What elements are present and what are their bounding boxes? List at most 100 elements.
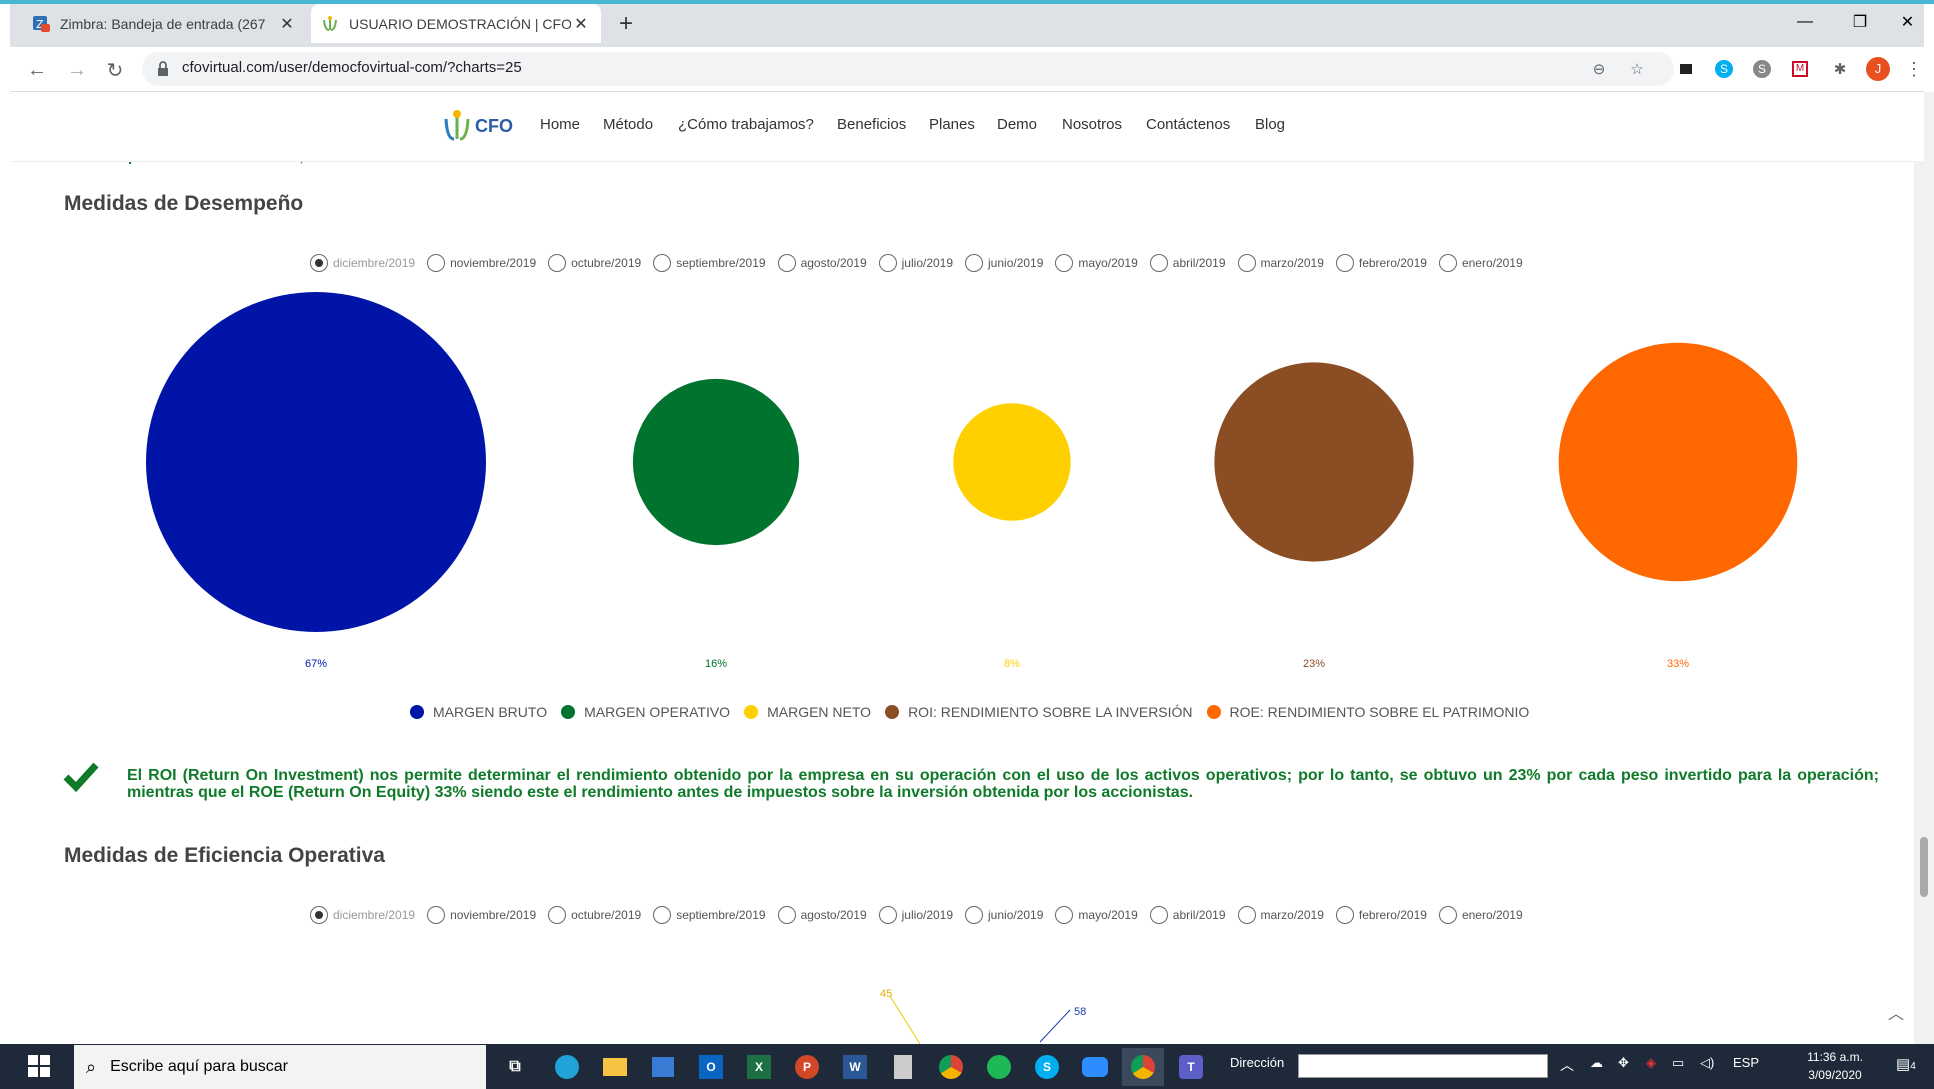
radio-button[interactable] (1335, 254, 1354, 272)
radio-button[interactable] (965, 254, 984, 272)
extension-icon[interactable] (1672, 55, 1700, 83)
radio-button[interactable] (427, 254, 446, 272)
month-radio[interactable]: mayo/2019 (1055, 254, 1138, 272)
bubble-5[interactable] (1558, 342, 1798, 582)
powerpoint-icon[interactable]: P (786, 1048, 828, 1086)
bubble-1[interactable] (146, 292, 486, 632)
store-icon[interactable] (642, 1048, 684, 1086)
forward-icon[interactable]: → (62, 55, 92, 85)
radio-button[interactable] (1237, 254, 1256, 272)
excel-icon[interactable]: X (738, 1048, 780, 1086)
onedrive-icon[interactable]: ☁ (1590, 1055, 1603, 1071)
avatar[interactable]: J (1864, 55, 1892, 83)
language-indicator[interactable]: ESP (1733, 1055, 1759, 1070)
minimize-icon[interactable]: — (1775, 4, 1835, 40)
tab-cfo[interactable]: USUARIO DEMOSTRACIÓN | CFO ✕ (311, 4, 601, 43)
bubble-2[interactable] (632, 378, 800, 546)
radio-button[interactable] (1055, 254, 1074, 272)
close-icon[interactable]: ✕ (277, 14, 297, 34)
legend-item[interactable]: ROE: RENDIMIENTO SOBRE EL PATRIMONIO (1206, 704, 1529, 720)
nav-home[interactable]: Home (540, 116, 580, 133)
word-icon[interactable]: W (834, 1048, 876, 1086)
month-radio[interactable]: febrero/2019 (1335, 906, 1427, 924)
month-radio[interactable]: marzo/2019 (1237, 254, 1324, 272)
menu-dots-icon[interactable]: ⋮ (1900, 55, 1928, 83)
month-radio[interactable]: agosto/2019 (777, 254, 867, 272)
nav-demo[interactable]: Demo (997, 116, 1037, 133)
close-window-icon[interactable]: ✕ (1885, 4, 1930, 40)
month-radio[interactable]: septiembre/2019 (653, 254, 766, 272)
nav-blog[interactable]: Blog (1255, 116, 1285, 133)
month-radio[interactable]: junio/2019 (965, 906, 1043, 924)
radio-button[interactable] (310, 906, 328, 924)
radio-button[interactable] (1055, 906, 1074, 924)
reload-icon[interactable]: ↻ (100, 55, 130, 85)
notifications-icon[interactable]: ▤4 (1896, 1055, 1916, 1073)
month-radio[interactable]: abril/2019 (1149, 254, 1226, 272)
scrollbar-thumb[interactable] (1920, 837, 1928, 897)
volume-icon[interactable]: ◁) (1700, 1055, 1714, 1071)
bubble-4[interactable] (1214, 362, 1414, 562)
month-radio[interactable]: agosto/2019 (777, 906, 867, 924)
month-radio[interactable]: enero/2019 (1438, 906, 1523, 924)
restore-icon[interactable]: ❐ (1830, 4, 1890, 40)
dropbox-icon[interactable]: ✥ (1618, 1055, 1629, 1071)
close-icon[interactable]: ✕ (571, 14, 591, 34)
mcafee-icon[interactable]: ◈ (1646, 1055, 1656, 1071)
radio-button[interactable] (548, 254, 567, 272)
legend-item[interactable]: ROI: RENDIMIENTO SOBRE LA INVERSIÓN (885, 704, 1193, 720)
skype-taskbar-icon[interactable]: S (1026, 1048, 1068, 1086)
network-icon[interactable]: ▭ (1672, 1055, 1684, 1071)
month-radio[interactable]: diciembre/2019 (310, 906, 415, 924)
legend-item[interactable]: MARGEN OPERATIVO (561, 704, 730, 720)
radio-button[interactable] (1335, 906, 1354, 924)
bubble-3[interactable] (953, 403, 1071, 521)
month-radio[interactable]: mayo/2019 (1055, 906, 1138, 924)
radio-button[interactable] (310, 254, 328, 272)
nav-como-trabajamos[interactable]: ¿Cómo trabajamos? (678, 116, 814, 133)
month-radio[interactable]: junio/2019 (965, 254, 1043, 272)
star-icon[interactable]: ☆ (1623, 55, 1651, 83)
radio-button[interactable] (653, 254, 672, 272)
back-icon[interactable]: ← (22, 55, 52, 85)
radio-button[interactable] (1149, 254, 1168, 272)
radio-button[interactable] (777, 906, 796, 924)
nav-contactenos[interactable]: Contáctenos (1146, 116, 1230, 133)
radio-button[interactable] (1149, 906, 1168, 924)
radio-button[interactable] (653, 906, 672, 924)
new-tab-button[interactable]: + (610, 8, 642, 40)
cfo-logo[interactable]: CFO (442, 108, 513, 144)
month-radio[interactable]: julio/2019 (878, 906, 953, 924)
skype-icon[interactable]: S (1710, 55, 1738, 83)
windows-start-icon[interactable] (18, 1047, 60, 1085)
month-radio[interactable]: noviembre/2019 (427, 254, 536, 272)
month-radio[interactable]: febrero/2019 (1335, 254, 1427, 272)
zoom-app-icon[interactable] (1074, 1048, 1116, 1086)
month-radio[interactable]: septiembre/2019 (653, 906, 766, 924)
scroll-top-icon[interactable]: ︿ (1888, 1000, 1904, 1024)
chrome-icon[interactable] (930, 1048, 972, 1086)
month-radio[interactable]: diciembre/2019 (310, 254, 415, 272)
month-radio[interactable]: julio/2019 (878, 254, 953, 272)
shield-extension-icon[interactable]: M (1786, 55, 1814, 83)
nav-metodo[interactable]: Método (603, 116, 653, 133)
scrollbar[interactable] (1914, 92, 1934, 1044)
radio-button[interactable] (965, 906, 984, 924)
radio-button[interactable] (777, 254, 796, 272)
month-radio[interactable]: noviembre/2019 (427, 906, 536, 924)
month-radio[interactable]: octubre/2019 (548, 254, 641, 272)
chrome-active-icon[interactable] (1122, 1048, 1164, 1086)
radio-button[interactable] (878, 906, 897, 924)
nav-nosotros[interactable]: Nosotros (1062, 116, 1122, 133)
skype-gray-icon[interactable]: S (1748, 55, 1776, 83)
radio-button[interactable] (427, 906, 446, 924)
nav-beneficios[interactable]: Beneficios (837, 116, 906, 133)
radio-button[interactable] (548, 906, 567, 924)
chevron-up-icon[interactable]: ︿ (1560, 1055, 1574, 1075)
direccion-input[interactable] (1298, 1054, 1548, 1078)
task-view-icon[interactable]: ⧉ (494, 1048, 536, 1086)
puzzle-icon[interactable]: ✱ (1826, 55, 1854, 83)
tab-zimbra[interactable]: Z Zimbra: Bandeja de entrada (267 ✕ (22, 4, 307, 43)
clock[interactable]: 11:36 a.m. 3/09/2020 (1800, 1050, 1870, 1082)
outlook-icon[interactable]: O (690, 1048, 732, 1086)
